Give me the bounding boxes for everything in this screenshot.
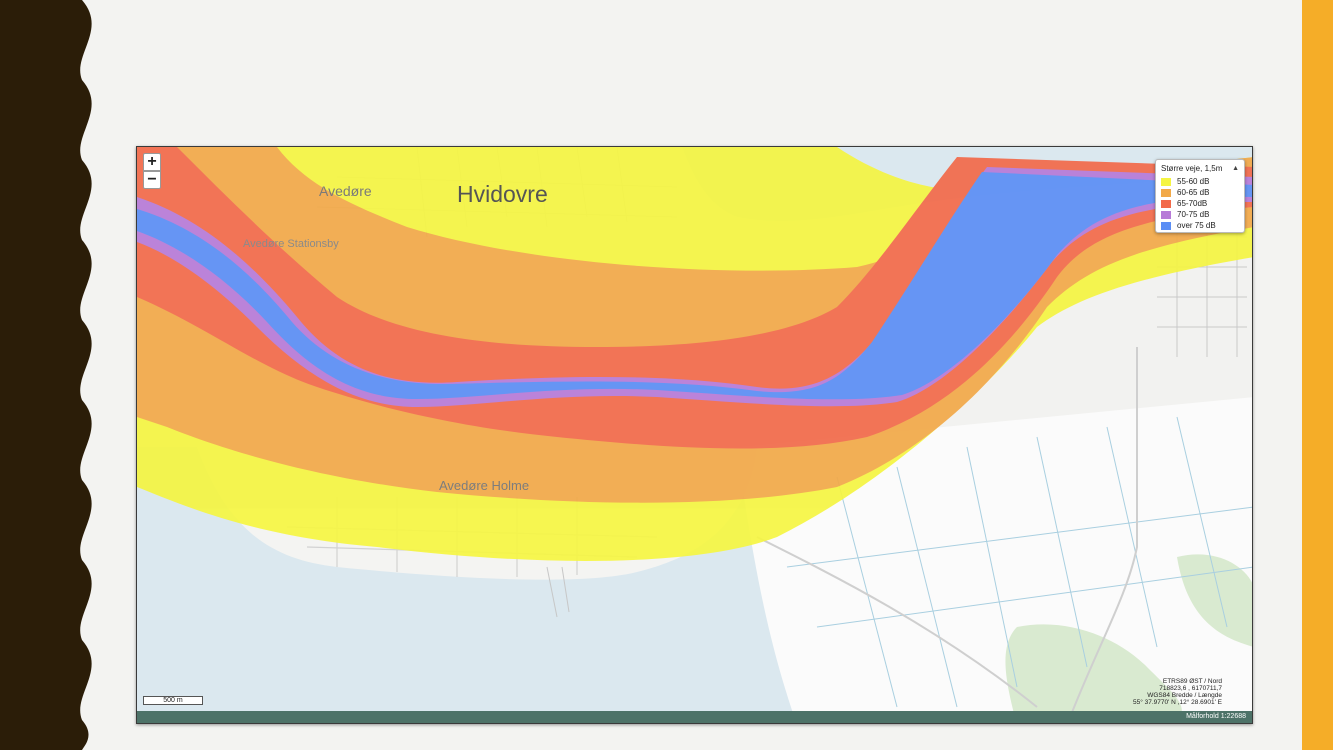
map-scale-ratio: Målforhold 1:22688 (1186, 713, 1246, 720)
legend-swatch-over-75 (1161, 221, 1171, 230)
legend-swatch-55-60 (1161, 177, 1171, 186)
place-label-hvidovre: Hvidovre (457, 181, 548, 207)
legend-title: Større veje, 1,5m (1161, 164, 1223, 173)
legend-item: 55-60 dB (1161, 176, 1239, 187)
legend-label: 60-65 dB (1177, 188, 1210, 197)
legend-label: 70-75 dB (1177, 210, 1210, 219)
noise-legend: Større veje, 1,5m ▲ 55-60 dB 60-65 dB 65… (1155, 159, 1245, 233)
zoom-out-button[interactable]: − (143, 171, 161, 189)
scale-bar: 500 m (143, 696, 203, 705)
legend-item: 60-65 dB (1161, 187, 1239, 198)
place-label-avedore: Avedøre (319, 183, 372, 199)
noise-map[interactable]: Hvidovre Avedøre Avedøre Stationsby Aved… (136, 146, 1253, 724)
legend-label: 65-70dB (1177, 199, 1208, 208)
coordinate-readout: ETRS89 ØST / Nord 718823,6 , 6170711,7 W… (1133, 678, 1222, 706)
accent-bar (1302, 0, 1333, 750)
legend-swatch-60-65 (1161, 188, 1171, 197)
legend-label: over 75 dB (1177, 221, 1216, 230)
legend-label: 55-60 dB (1177, 177, 1210, 186)
legend-swatch-70-75 (1161, 210, 1171, 219)
wavy-left-border (0, 0, 92, 750)
map-canvas[interactable] (137, 147, 1253, 724)
place-label-avedore-stationsby: Avedøre Stationsby (243, 238, 339, 250)
coord-line: ETRS89 ØST / Nord (1162, 678, 1222, 685)
collapse-legend-icon[interactable]: ▲ (1232, 165, 1239, 172)
legend-item: over 75 dB (1161, 220, 1239, 231)
coord-line: 718823,6 , 6170711,7 (1159, 685, 1222, 692)
status-bar: Målforhold 1:22688 (137, 711, 1252, 723)
zoom-in-button[interactable]: + (143, 153, 161, 171)
place-label-avedore-holme: Avedøre Holme (439, 478, 530, 493)
legend-item: 70-75 dB (1161, 209, 1239, 220)
coord-line: WGS84 Bredde / Længde (1147, 692, 1222, 699)
legend-swatch-65-70 (1161, 199, 1171, 208)
legend-item: 65-70dB (1161, 198, 1239, 209)
coord-line: 55° 37.9770' N ,12° 28.6901' E (1133, 699, 1222, 706)
